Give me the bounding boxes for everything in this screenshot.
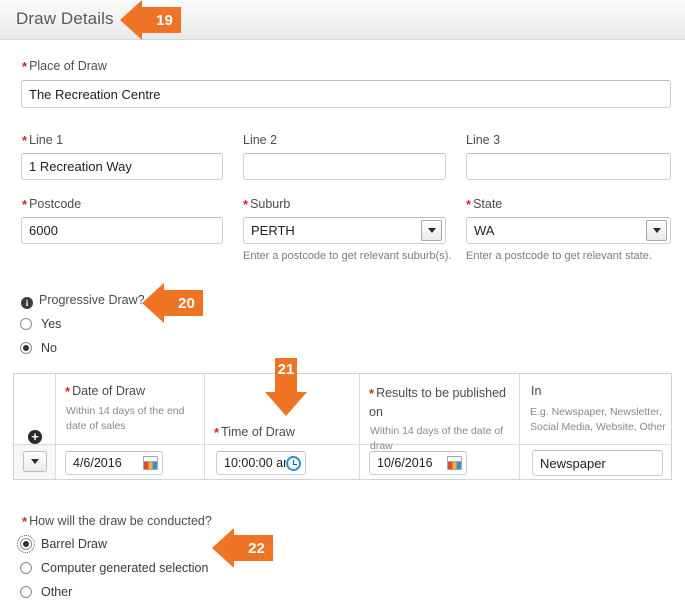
calendar-icon[interactable] (143, 456, 158, 470)
draw-conducted-label: * How will the draw be conducted? (22, 514, 212, 529)
published-in-input[interactable] (532, 450, 663, 476)
line1-label-text: Line 1 (29, 133, 64, 147)
line3-input[interactable] (466, 153, 671, 180)
required-marker: * (243, 197, 249, 212)
draw-conducted-option-barrel-draw[interactable]: Barrel Draw (17, 535, 107, 553)
line2-input[interactable] (243, 153, 446, 180)
suburb-hint: Enter a postcode to get relevant suburb(… (243, 250, 452, 262)
table-divider (14, 444, 671, 445)
suburb-label-text: Suburb (250, 197, 291, 211)
radio-icon[interactable] (20, 318, 32, 330)
place-of-draw-label-text: Place of Draw (29, 59, 107, 73)
required-marker: * (65, 384, 71, 399)
progressive-draw-option-no[interactable]: No (20, 341, 57, 355)
chevron-down-icon[interactable] (421, 220, 442, 241)
column-header-date-of-draw-text: Date of Draw (72, 384, 146, 398)
add-row-icon[interactable]: + (28, 430, 42, 444)
draw-conducted-option-barrel-draw-label: Barrel Draw (41, 537, 107, 551)
line3-label: Line 3 (466, 133, 501, 147)
table-divider (204, 374, 205, 479)
column-header-published-in-text: In (531, 384, 542, 398)
table-divider (359, 374, 360, 479)
draw-conducted-option-computer-generated[interactable]: Computer generated selection (20, 561, 208, 575)
draw-conducted-label-text: How will the draw be conducted? (29, 514, 212, 528)
info-icon[interactable]: i (21, 297, 33, 309)
radio-icon[interactable] (20, 562, 32, 574)
draw-conducted-option-other[interactable]: Other (20, 585, 72, 599)
column-header-results-published-on-text: Results to be published on (369, 386, 507, 419)
clock-icon[interactable] (286, 455, 301, 471)
date-of-draw-input[interactable]: 4/6/2016 (65, 451, 163, 475)
progressive-draw-label: i Progressive Draw? (21, 293, 145, 309)
radio-icon[interactable] (20, 586, 32, 598)
column-header-results-published-on: * Results to be published on (369, 384, 514, 422)
results-published-on-input[interactable]: 10/6/2016 (369, 451, 467, 475)
callout-22-number: 22 (240, 535, 273, 561)
column-header-date-of-draw: * Date of Draw (65, 384, 145, 399)
table-divider (519, 374, 520, 479)
suburb-select[interactable]: PERTH (243, 217, 446, 244)
table-divider (55, 374, 56, 479)
required-marker: * (22, 133, 28, 148)
results-published-on-value: 10/6/2016 (377, 456, 433, 470)
place-of-draw-input[interactable] (21, 80, 671, 108)
progressive-draw-label-text: Progressive Draw? (39, 293, 145, 307)
time-of-draw-value: 10:00:00 am (224, 456, 286, 470)
line1-input[interactable] (21, 153, 223, 180)
required-marker: * (214, 425, 220, 440)
state-label: * State (466, 197, 502, 212)
callout-20: 20 (142, 283, 204, 323)
column-header-time-of-draw-text: Time of Draw (221, 425, 295, 439)
progressive-draw-option-no-label: No (41, 341, 57, 355)
callout-20-number: 20 (170, 290, 203, 316)
postcode-label-text: Postcode (29, 197, 82, 211)
progressive-draw-option-yes-label: Yes (41, 317, 62, 331)
state-hint: Enter a postcode to get relevant state. (466, 250, 652, 262)
state-select-value: WA (474, 223, 495, 238)
required-marker: * (369, 386, 375, 401)
suburb-label: * Suburb (243, 197, 290, 212)
date-of-draw-value: 4/6/2016 (73, 456, 122, 470)
calendar-icon[interactable] (447, 456, 462, 470)
draw-conducted-option-computer-generated-label: Computer generated selection (41, 561, 209, 575)
progressive-draw-option-yes[interactable]: Yes (20, 317, 61, 331)
draw-conducted-option-other-label: Other (41, 585, 73, 599)
required-marker: * (22, 197, 28, 212)
radio-icon[interactable] (20, 342, 32, 354)
column-hint-results-published-on: Within 14 days of the date of draw (370, 425, 504, 452)
line1-label: * Line 1 (22, 133, 63, 148)
required-marker: * (22, 59, 28, 74)
section-header: Draw Details (0, 0, 685, 40)
draw-table: + * Date of Draw Within 14 days of the en… (13, 373, 672, 480)
suburb-select-value: PERTH (251, 223, 295, 238)
row-menu-button[interactable] (23, 451, 47, 472)
time-of-draw-input[interactable]: 10:00:00 am (216, 451, 306, 475)
place-of-draw-label: * Place of Draw (22, 59, 107, 74)
required-marker: * (22, 514, 28, 529)
postcode-input[interactable] (21, 217, 223, 244)
required-marker: * (466, 197, 472, 212)
column-hint-date-of-draw: Within 14 days of the end date of sales (66, 405, 185, 432)
column-hint-published-in: E.g. Newspaper, Newsletter, Social Media… (530, 406, 666, 433)
postcode-label: * Postcode (22, 197, 81, 212)
column-header-published-in: In (529, 384, 541, 399)
page-title: Draw Details (16, 9, 114, 28)
state-select[interactable]: WA (466, 217, 671, 244)
radio-icon[interactable] (17, 535, 35, 553)
column-header-time-of-draw: * Time of Draw (214, 425, 295, 440)
state-label-text: State (473, 197, 503, 211)
chevron-down-icon[interactable] (646, 220, 667, 241)
line2-label: Line 2 (243, 133, 278, 147)
callout-22: 22 (212, 528, 274, 568)
